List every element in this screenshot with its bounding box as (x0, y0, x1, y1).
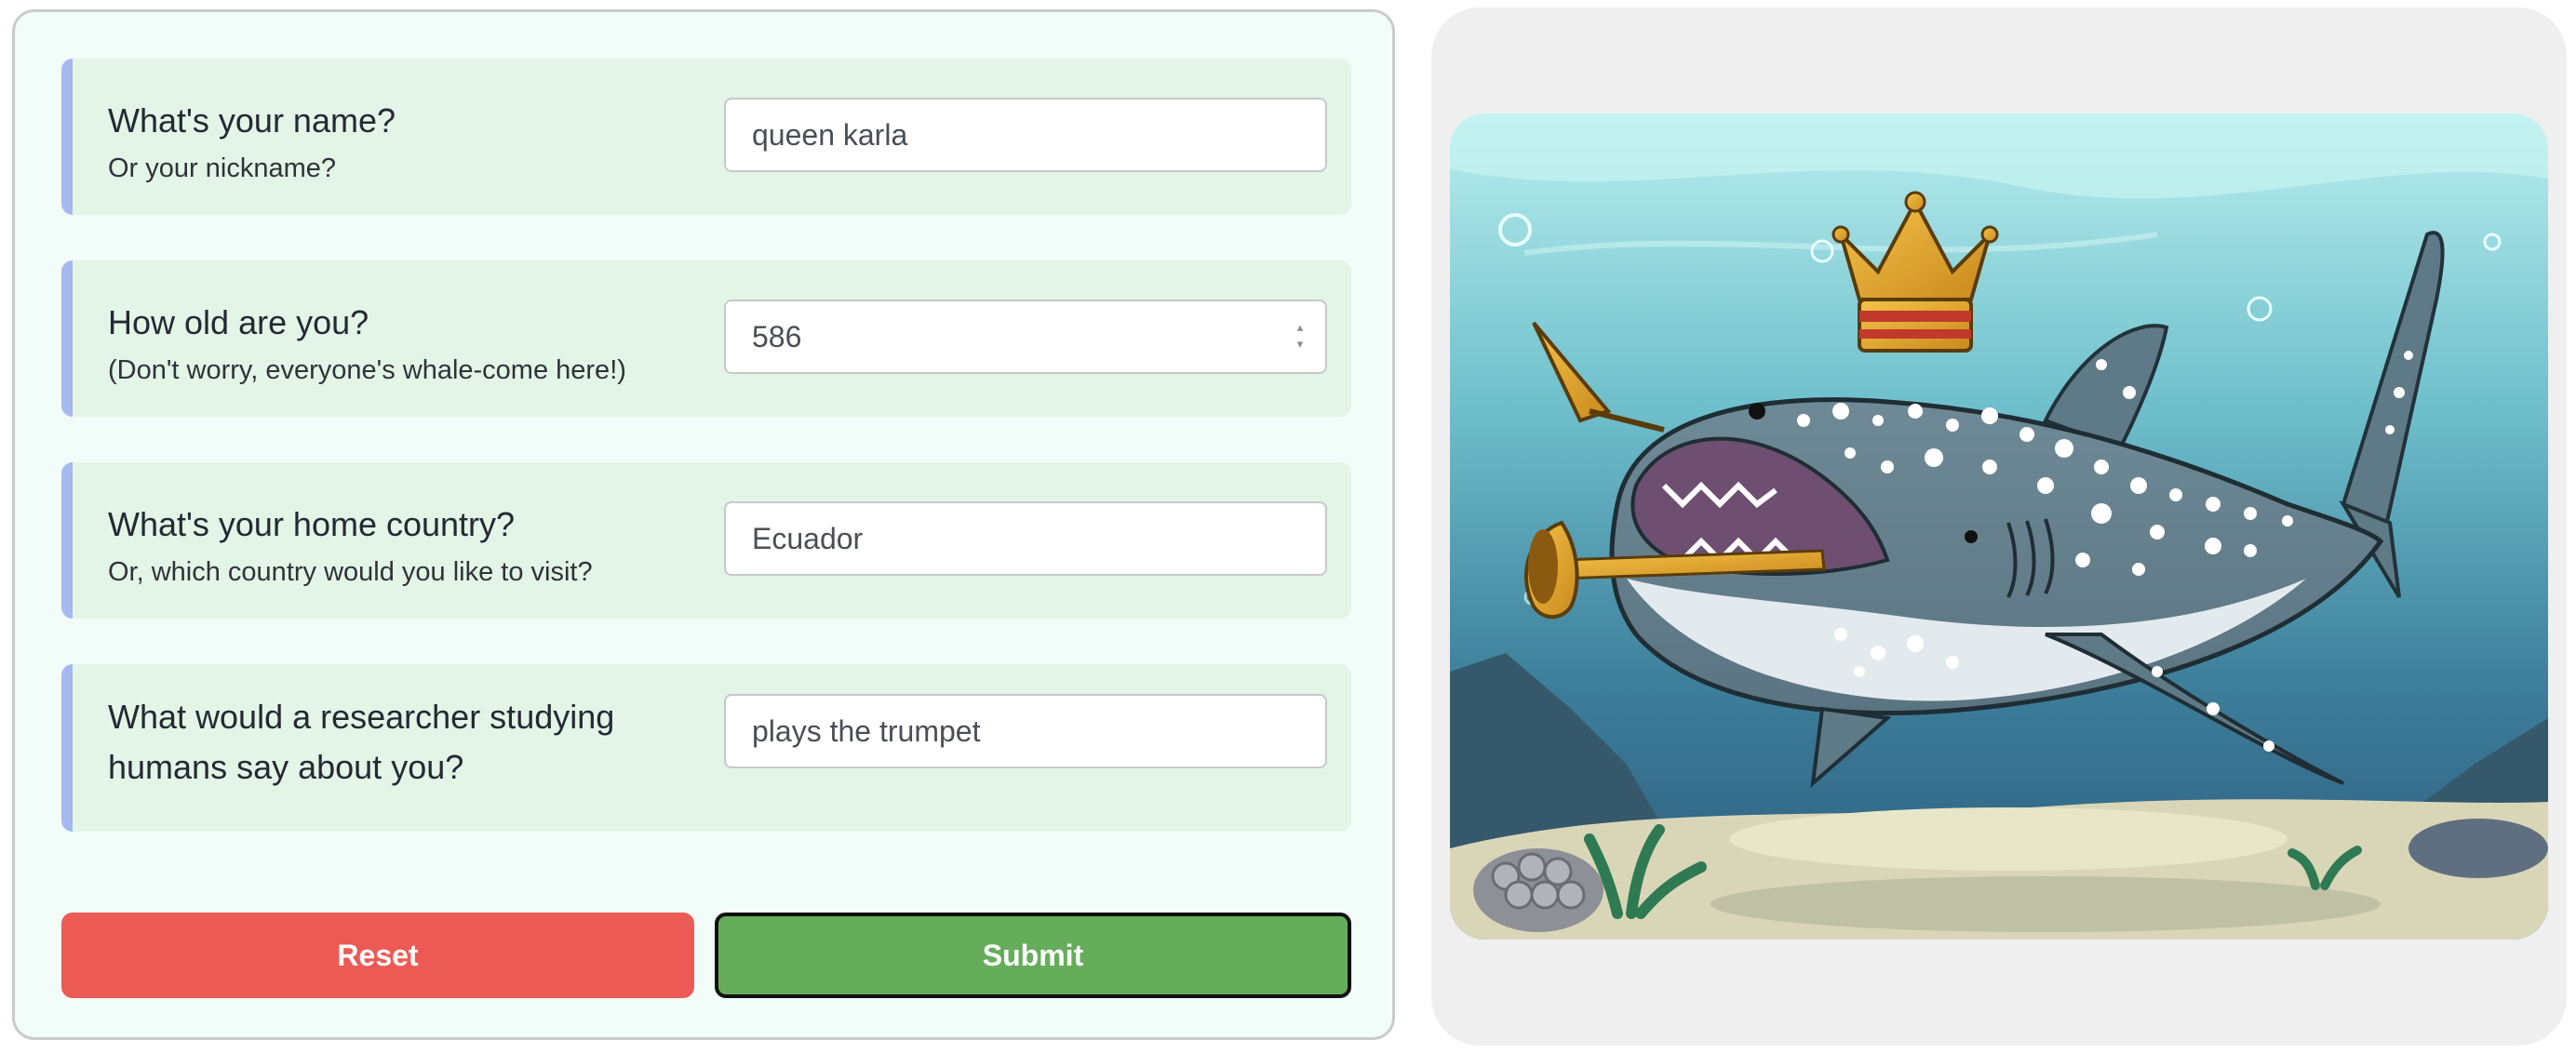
question-text: What would a researcher studying humans … (108, 692, 685, 793)
question-subtitle: (Don't worry, everyone's whale-come here… (108, 355, 626, 385)
submit-button[interactable]: Submit (715, 913, 1351, 998)
question-card-researcher: What would a researcher studying humans … (61, 664, 1351, 832)
question-title: What's your home country? (108, 505, 516, 543)
age-field: ▴ ▾ (724, 300, 1327, 374)
researcher-input[interactable] (724, 694, 1327, 768)
questionnaire-form: What's your name? Or your nickname? How … (12, 9, 1395, 1040)
age-stepper[interactable]: ▴ ▾ (1290, 320, 1310, 352)
question-text: What's your home country? Or, which coun… (108, 500, 704, 591)
age-input[interactable] (724, 300, 1327, 374)
question-card-country: What's your home country? Or, which coun… (61, 462, 1351, 619)
question-title: How old are you? (108, 303, 369, 341)
name-input[interactable] (724, 98, 1327, 172)
whale-shark-image (1450, 113, 2548, 940)
question-card-name: What's your name? Or your nickname? (61, 59, 1351, 215)
page: What's your name? Or your nickname? How … (0, 0, 2576, 1053)
chevron-up-icon[interactable]: ▴ (1297, 320, 1304, 335)
question-subtitle: Or, which country would you like to visi… (108, 557, 593, 587)
question-text: What's your name? Or your nickname? (108, 96, 704, 187)
question-title: What would a researcher studying humans … (108, 698, 615, 786)
image-panel (1431, 7, 2567, 1046)
country-input[interactable] (724, 501, 1327, 576)
question-text: How old are you? (Don't worry, everyone'… (108, 298, 704, 389)
question-title: What's your name? (108, 101, 396, 140)
chevron-down-icon[interactable]: ▾ (1297, 337, 1304, 352)
whale-shark-illustration (1450, 113, 2548, 940)
question-subtitle: Or your nickname? (108, 153, 336, 183)
question-card-age: How old are you? (Don't worry, everyone'… (61, 260, 1351, 417)
reset-button[interactable]: Reset (61, 913, 694, 998)
